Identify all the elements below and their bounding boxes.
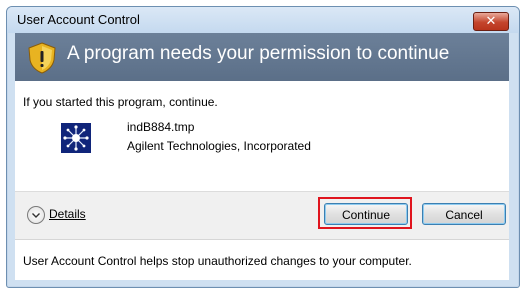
agilent-logo-icon	[61, 123, 91, 153]
cancel-button[interactable]: Cancel	[422, 203, 506, 225]
footer-text: User Account Control helps stop unauthor…	[23, 254, 412, 268]
uac-dialog: User Account Control ✕ A program needs y…	[6, 6, 520, 288]
close-button[interactable]: ✕	[473, 12, 509, 31]
window-title: User Account Control	[17, 12, 140, 27]
program-name: indB884.tmp	[127, 120, 195, 134]
content-area: If you started this program, continue. i…	[15, 81, 509, 191]
shield-warning-icon	[28, 42, 56, 74]
title-bar: User Account Control ✕	[7, 7, 519, 33]
chevron-down-icon[interactable]	[27, 206, 45, 224]
warning-banner: A program needs your permission to conti…	[15, 33, 509, 81]
action-bar: Details Continue Cancel	[15, 191, 509, 240]
details-link[interactable]: Details	[49, 207, 86, 221]
banner-message: A program needs your permission to conti…	[67, 43, 450, 64]
publisher-name: Agilent Technologies, Incorporated	[127, 139, 311, 153]
footer-bar: User Account Control helps stop unauthor…	[15, 239, 509, 280]
continue-button[interactable]: Continue	[324, 203, 408, 225]
prompt-text: If you started this program, continue.	[23, 95, 218, 109]
